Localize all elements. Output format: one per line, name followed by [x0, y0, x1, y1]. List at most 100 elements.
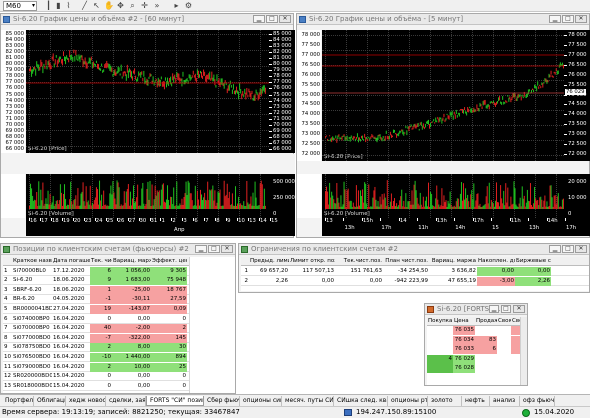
- zoom-icon[interactable]: ⌕: [128, 1, 137, 10]
- close-button[interactable]: ✕: [513, 305, 525, 313]
- volume-bar: [341, 206, 343, 209]
- pointer-icon[interactable]: ▸: [172, 1, 181, 10]
- settings-icon[interactable]: ⚙: [184, 1, 193, 10]
- volume-bar: [169, 205, 171, 209]
- maximize-button[interactable]: □: [562, 245, 574, 253]
- chart2-volume-pane[interactable]: Si-6.20 [Volume]: [322, 174, 564, 218]
- column-header[interactable]: Цена: [453, 317, 475, 326]
- chart2-price-pane[interactable]: Si-6.20 [Price]: [322, 30, 564, 161]
- minimize-button[interactable]: ▁: [253, 15, 265, 23]
- volume-bar: [548, 205, 550, 209]
- volume-bar: [410, 204, 412, 209]
- draw-line-icon[interactable]: ╱: [80, 1, 89, 10]
- column-header[interactable]: Накоплен. доход: [477, 257, 515, 266]
- maximize-button[interactable]: □: [562, 15, 574, 23]
- workspace-tab[interactable]: опционы сишка: [240, 396, 282, 406]
- volume-bar: [438, 204, 440, 209]
- column-header[interactable]: Биржевые сборы: [515, 257, 551, 266]
- close-button[interactable]: ✕: [279, 15, 291, 23]
- workspace-tab[interactable]: нефть: [462, 396, 490, 406]
- table-cell: 117 507,13: [302, 268, 335, 274]
- price-candle: [33, 67, 35, 72]
- orderbook-row[interactable]: 76 034 83: [427, 335, 527, 345]
- maximize-button[interactable]: □: [208, 245, 220, 253]
- candle-style-icon[interactable]: ▮: [54, 1, 63, 10]
- price-candle: [419, 122, 421, 125]
- close-button[interactable]: ✕: [575, 245, 587, 253]
- price-candle: [422, 123, 424, 128]
- column-header[interactable]: Эффект. цена: [151, 257, 187, 266]
- column-header[interactable]: [3, 257, 12, 266]
- workspace-tab[interactable]: Сбер фьюч: [204, 396, 240, 406]
- timeframe-select[interactable]: M60 ▾: [3, 1, 37, 11]
- price-candle: [484, 99, 486, 105]
- volume-bar: [485, 196, 487, 209]
- column-header[interactable]: Лимит откр. поз.: [289, 257, 335, 266]
- column-header[interactable]: [241, 257, 249, 266]
- column-header[interactable]: Вариац. маржа: [112, 257, 151, 266]
- workspace-tab[interactable]: сделки, заявки: [106, 396, 146, 406]
- workspace-tab[interactable]: золото: [428, 396, 462, 406]
- workspace-tab[interactable]: Портфель: [2, 396, 34, 406]
- workspace-tab[interactable]: Облигации: [34, 396, 66, 406]
- volume-bar: [253, 205, 255, 209]
- orderbook-scrollbar[interactable]: [520, 317, 527, 385]
- volume-bar: [434, 206, 436, 209]
- bar-style-icon[interactable]: ┃: [44, 1, 53, 10]
- volume-bar: [70, 181, 72, 209]
- volume-bar: [347, 188, 349, 209]
- chart1-splitter[interactable]: [1, 154, 295, 174]
- cursor-icon[interactable]: ↖: [92, 1, 101, 10]
- price-candle: [34, 66, 36, 70]
- minimize-button[interactable]: ▁: [549, 15, 561, 23]
- table-row[interactable]: 2 2,26 0,00 0,00 -942 223,99 47 655,19 -3,00 2,…: [241, 277, 589, 286]
- orderbook-row[interactable]: 4 76 029: [427, 354, 527, 364]
- price-candle: [183, 79, 185, 85]
- workspace-tab[interactable]: FORTS "СИ" позиции.: [146, 396, 204, 406]
- column-header[interactable]: Продажа: [475, 317, 497, 326]
- move-icon[interactable]: ✥: [116, 1, 125, 10]
- table-row[interactable]: 1 69 657,20 117 507,13 151 761,63 -34 254,50…: [241, 267, 589, 276]
- chart1-price-pane[interactable]: Si-6.20 [Price]: [26, 30, 269, 153]
- column-header[interactable]: Вариац. маржа: [429, 257, 477, 266]
- crosshair-icon[interactable]: ✛: [140, 1, 149, 10]
- column-header[interactable]: Тек. чист.поз.: [90, 257, 112, 266]
- hand-icon[interactable]: ✋: [104, 1, 114, 10]
- workspace-tab[interactable]: анализ: [490, 396, 520, 406]
- column-header[interactable]: Предыд. лимит: [249, 257, 289, 266]
- price-tick-label: 74 000: [568, 111, 587, 118]
- price-tick: [269, 124, 272, 126]
- toolbar-more-icon[interactable]: »: [150, 1, 164, 10]
- volume-bar: [102, 205, 104, 209]
- chart1-volume-pane[interactable]: Si-6.20 [Volume]: [26, 174, 269, 218]
- column-header[interactable]: Краткое название: [12, 257, 52, 266]
- workspace-tab[interactable]: месяч. путы СИшка: [282, 396, 334, 406]
- column-header[interactable]: Своя по...: [497, 317, 511, 326]
- column-header[interactable]: План чист.поз.: [383, 257, 429, 266]
- column-header[interactable]: Покупка: [427, 317, 453, 326]
- workspace-tab[interactable]: хедж новости: [66, 396, 106, 406]
- minimize-button[interactable]: ▁: [549, 245, 561, 253]
- price-candle: [325, 136, 326, 138]
- maximize-button[interactable]: □: [501, 305, 511, 313]
- minimize-button[interactable]: ▁: [195, 245, 207, 253]
- price-candle: [467, 107, 469, 113]
- orderbook-row[interactable]: 76 028: [427, 364, 527, 373]
- close-button[interactable]: ✕: [575, 15, 587, 23]
- line-style-icon[interactable]: ⌇: [64, 1, 73, 10]
- price-candle: [228, 84, 230, 91]
- column-header[interactable]: Тек.чист.поз.: [335, 257, 383, 266]
- close-button[interactable]: ✕: [221, 245, 233, 253]
- workspace-tab[interactable]: СИшка след. квартал: [334, 396, 388, 406]
- orderbook-row[interactable]: 76 035: [427, 326, 527, 336]
- workspace-tab[interactable]: офз фьючи: [520, 396, 555, 406]
- workspace-tab[interactable]: опционы ртс: [388, 396, 428, 406]
- price-candle: [143, 70, 145, 77]
- time-tick: [565, 218, 566, 221]
- minimize-button[interactable]: ▁: [489, 305, 499, 313]
- price-candle: [45, 59, 47, 66]
- maximize-button[interactable]: □: [266, 15, 278, 23]
- orderbook-row[interactable]: 76 033 6: [427, 345, 527, 355]
- column-header[interactable]: Дата погашения: [52, 257, 90, 266]
- price-candle: [137, 77, 139, 82]
